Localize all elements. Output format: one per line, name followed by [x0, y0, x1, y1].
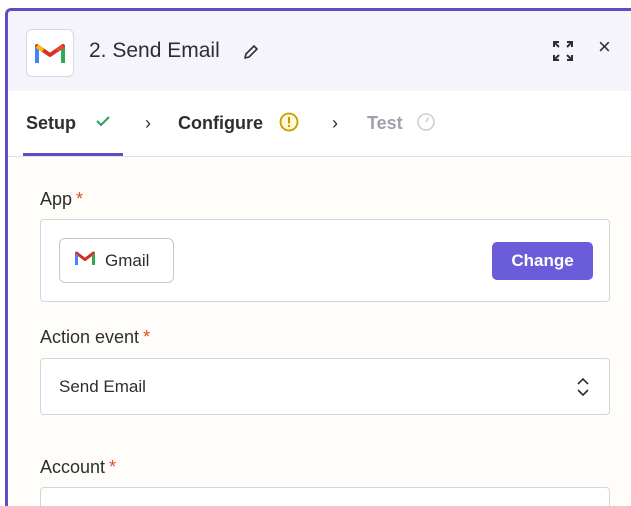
active-tab-indicator [23, 153, 123, 156]
selected-app-name: Gmail [105, 250, 150, 270]
change-app-button[interactable]: Change [492, 242, 593, 280]
step-tabs: Setup › Configure › Test [8, 91, 631, 157]
close-icon[interactable]: × [598, 36, 611, 58]
action-event-select[interactable]: Send Email [40, 358, 610, 415]
step-panel: 2. Send Email × Setup › Configure › Test… [5, 8, 631, 506]
pencil-icon[interactable] [242, 43, 260, 66]
panel-header: 2. Send Email × [8, 11, 631, 91]
gmail-logo-icon [26, 29, 74, 77]
chevron-up-down-icon [575, 376, 591, 403]
action-event-value: Send Email [59, 377, 146, 396]
required-marker: * [76, 189, 84, 209]
tab-setup[interactable]: Setup [26, 113, 76, 134]
warning-icon [279, 112, 299, 137]
account-select[interactable] [40, 487, 610, 506]
gmail-logo-icon [75, 250, 95, 271]
required-marker: * [143, 327, 151, 347]
timer-icon [416, 112, 436, 137]
chevron-right-icon: › [145, 113, 151, 133]
tab-test[interactable]: Test [367, 113, 403, 134]
chevron-right-icon: › [332, 113, 338, 133]
step-title[interactable]: 2. Send Email [89, 39, 220, 63]
app-field: Gmail Change [40, 219, 610, 302]
action-event-label: Action event * [40, 327, 151, 347]
required-marker: * [109, 457, 117, 477]
check-icon [94, 112, 112, 135]
app-field-label: App * [40, 189, 84, 209]
account-label: Account * [40, 457, 117, 477]
selected-app-chip: Gmail [59, 238, 174, 283]
expand-icon[interactable] [551, 39, 575, 68]
tab-configure[interactable]: Configure [178, 113, 263, 134]
